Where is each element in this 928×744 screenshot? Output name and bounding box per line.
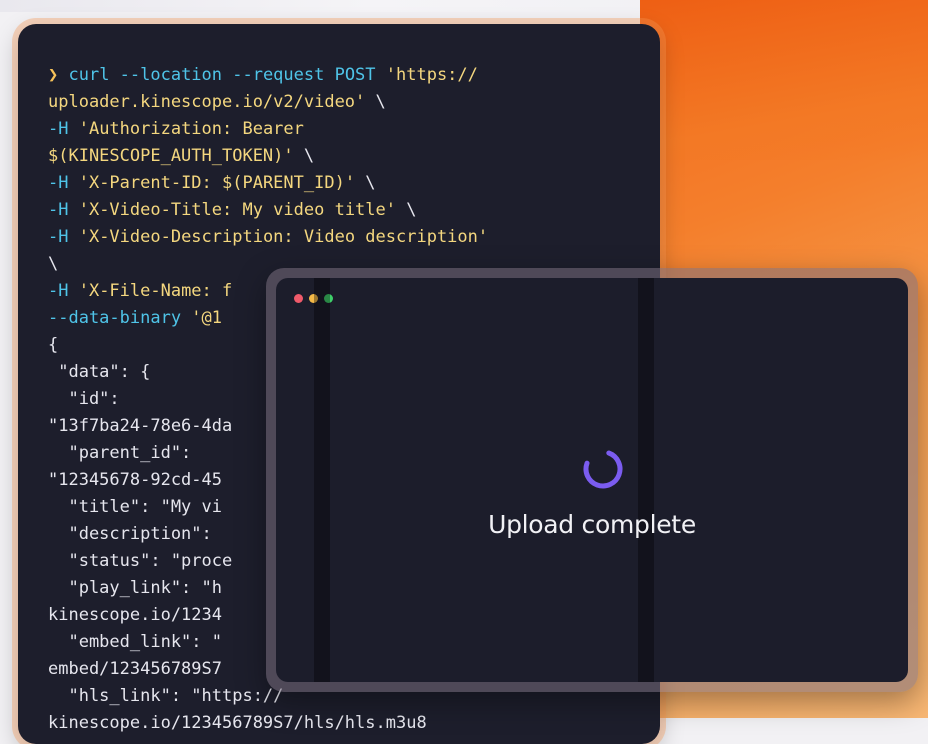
orange-background-band [640, 0, 928, 160]
terminal-token: \ [355, 173, 376, 193]
terminal-line: -H 'Authorization: Bearer [48, 116, 648, 143]
terminal-token: 'X-File-Name: f [78, 281, 233, 301]
terminal-token: kinescope.io/123456789S7/hls/hls.m3u8 [48, 713, 427, 733]
terminal-token: { [48, 335, 59, 355]
terminal-token: 'X-Video-Title: My video title' [78, 200, 396, 220]
terminal-token: embed/123456789S7 [48, 659, 222, 679]
terminal-token: "parent_id": [48, 443, 192, 463]
upload-modal: Upload complete [266, 268, 918, 692]
terminal-token: -H [48, 281, 79, 301]
terminal-token: "id": [48, 389, 120, 409]
terminal-token: \ [396, 200, 417, 220]
decorative-stripe [638, 278, 654, 682]
terminal-token: curl --location --request POST [68, 65, 386, 85]
terminal-token: 'X-Parent-ID: $(PARENT_ID)' [78, 173, 356, 193]
terminal-token: --data-binary [48, 308, 192, 328]
loading-spinner-icon [583, 449, 623, 489]
terminal-line: $(KINESCOPE_AUTH_TOKEN)' \ [48, 143, 648, 170]
terminal-token: '@1 [191, 308, 223, 328]
terminal-line: -H 'X-Video-Description: Video descripti… [48, 224, 648, 251]
terminal-token: 'https:// [385, 65, 478, 85]
terminal-token: "embed_link": " [48, 632, 222, 652]
terminal-token: "play_link": "h [48, 578, 222, 598]
terminal-line: -H 'X-Parent-ID: $(PARENT_ID)' \ [48, 170, 648, 197]
terminal-line: ❯ curl --location --request POST 'https:… [48, 62, 648, 89]
terminal-token: "description": [48, 524, 212, 544]
close-window-dot-icon[interactable] [294, 294, 303, 303]
terminal-token: 'Authorization: Bearer [78, 119, 304, 139]
terminal-token: -H [48, 227, 79, 247]
terminal-token: -H [48, 119, 79, 139]
terminal-token: \ [293, 146, 315, 166]
decorative-stripe [314, 278, 330, 682]
terminal-line: uploader.kinescope.io/v2/video' \ [48, 89, 648, 116]
terminal-token: "hls_link": "https:// [48, 686, 284, 706]
terminal-token: "13f7ba24-78e6-4da [48, 416, 233, 436]
terminal-line: kinescope.io/123456789S7/hls/hls.m3u8 [48, 710, 648, 737]
terminal-token: -H [48, 173, 79, 193]
terminal-token: uploader.kinescope.io/v2/video' [48, 92, 366, 112]
terminal-token: $(KINESCOPE_AUTH_TOKEN)' [48, 146, 294, 166]
terminal-token: \ [365, 92, 386, 112]
terminal-token: \ [48, 254, 59, 274]
terminal-token: "12345678-92cd-45 [48, 470, 222, 490]
upload-modal-content: Upload complete [276, 278, 908, 682]
terminal-token: "status": "proce [48, 551, 233, 571]
terminal-token: 'X-Video-Description: Video description' [78, 227, 489, 247]
terminal-token: "data": { [48, 362, 151, 382]
terminal-token: ❯ [48, 65, 69, 85]
terminal-line: -H 'X-Video-Title: My video title' \ [48, 197, 648, 224]
terminal-token: kinescope.io/1234 [48, 605, 222, 625]
terminal-token: "title": "My vi [48, 497, 222, 517]
upload-status-text: Upload complete [488, 510, 696, 539]
terminal-token: -H [48, 200, 79, 220]
